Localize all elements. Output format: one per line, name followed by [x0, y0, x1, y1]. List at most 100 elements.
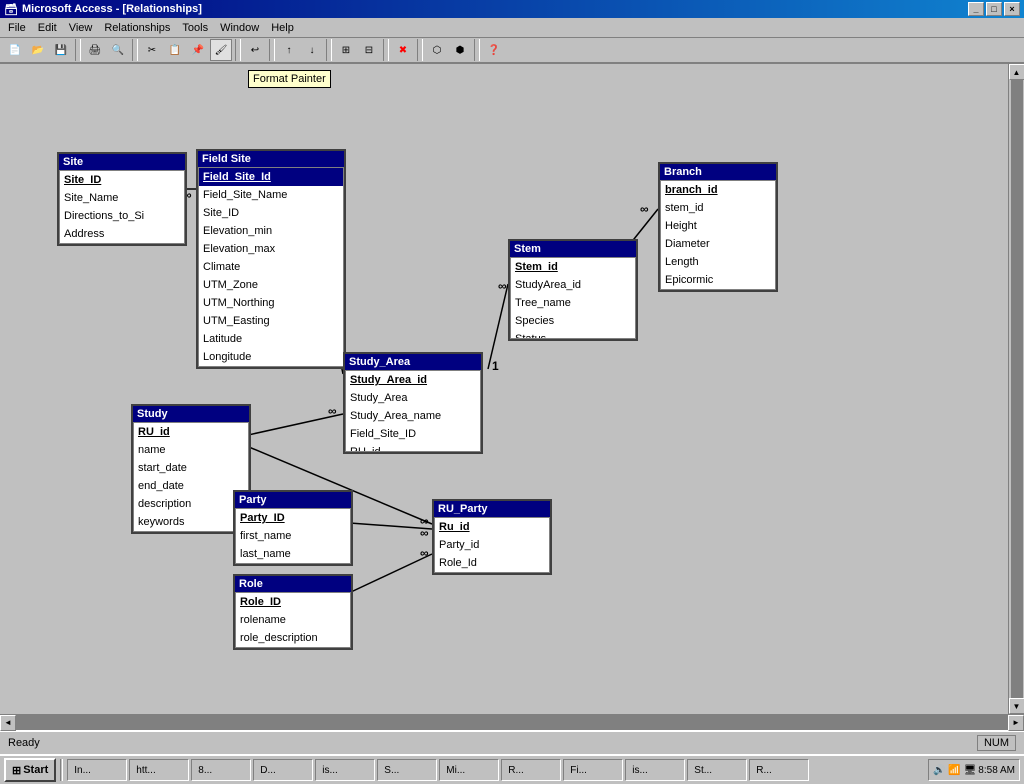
branch-field-1[interactable]: branch_id: [661, 181, 775, 199]
taskbar-btn-7[interactable]: Mi...: [439, 759, 499, 781]
taskbar-btn-10[interactable]: is...: [625, 759, 685, 781]
table-role-title[interactable]: Role: [235, 576, 351, 592]
table-stem-title[interactable]: Stem: [510, 241, 636, 257]
party-field-2[interactable]: first_name: [236, 527, 350, 545]
start-button[interactable]: ⊞ Start: [4, 758, 56, 782]
menu-tools[interactable]: Tools: [176, 20, 214, 36]
scroll-right-btn[interactable]: ►: [1008, 715, 1024, 731]
sa-field-3[interactable]: Study_Area_name: [346, 407, 480, 425]
toolbar-undo[interactable]: ↩: [244, 39, 266, 61]
branch-field-3[interactable]: Height: [661, 217, 775, 235]
role-field-1[interactable]: Role_ID: [236, 593, 350, 611]
toolbar-relations[interactable]: ⬡: [426, 39, 448, 61]
toolbar-copy[interactable]: 📋: [164, 39, 186, 61]
vertical-scrollbar[interactable]: ▲ ▼: [1008, 64, 1024, 714]
restore-btn[interactable]: □: [986, 2, 1002, 16]
scroll-left-btn[interactable]: ◄: [0, 715, 16, 731]
taskbar-btn-5[interactable]: is...: [315, 759, 375, 781]
scroll-down-btn[interactable]: ▼: [1009, 698, 1024, 714]
scroll-thumb-v[interactable]: [1011, 80, 1023, 698]
scroll-up-btn[interactable]: ▲: [1009, 64, 1024, 80]
stem-field-1[interactable]: Stem_id: [511, 258, 635, 276]
close-btn[interactable]: ×: [1004, 2, 1020, 16]
study-field-2[interactable]: name: [134, 441, 248, 459]
sa-field-2[interactable]: Study_Area: [346, 389, 480, 407]
fs-field-2[interactable]: Field_Site_Name: [199, 186, 343, 204]
toolbar-save[interactable]: 💾: [50, 39, 72, 61]
taskbar-btn-4[interactable]: D...: [253, 759, 313, 781]
fs-field-6[interactable]: Climate: [199, 258, 343, 276]
party-field-3[interactable]: last_name: [236, 545, 350, 563]
study-field-3[interactable]: start_date: [134, 459, 248, 477]
menu-window[interactable]: Window: [214, 20, 265, 36]
menu-view[interactable]: View: [63, 20, 99, 36]
toolbar-sort-desc[interactable]: ↓: [301, 39, 323, 61]
stem-field-5[interactable]: Status: [511, 330, 635, 338]
fs-field-9[interactable]: UTM_Easting: [199, 312, 343, 330]
sa-field-1[interactable]: Study_Area_id: [346, 371, 480, 389]
site-field-2[interactable]: Site_Name: [60, 189, 184, 207]
table-ru-party-title[interactable]: RU_Party: [434, 501, 550, 517]
taskbar-btn-12[interactable]: R...: [749, 759, 809, 781]
table-party-title[interactable]: Party: [235, 492, 351, 508]
toolbar-view1[interactable]: ⊞: [335, 39, 357, 61]
taskbar-btn-9[interactable]: Fi...: [563, 759, 623, 781]
rup-field-3[interactable]: Role_Id: [435, 554, 549, 572]
fs-field-1[interactable]: Field_Site_Id: [199, 168, 343, 186]
toolbar-format-painter[interactable]: 🖌: [210, 39, 232, 61]
branch-field-6[interactable]: Epicormic: [661, 271, 775, 289]
branch-field-5[interactable]: Length: [661, 253, 775, 271]
sa-field-4[interactable]: Field_Site_ID: [346, 425, 480, 443]
toolbar-preview[interactable]: 🔍: [107, 39, 129, 61]
toolbar-delete[interactable]: ✖: [392, 39, 414, 61]
study-field-4[interactable]: end_date: [134, 477, 248, 495]
stem-field-3[interactable]: Tree_name: [511, 294, 635, 312]
branch-field-2[interactable]: stem_id: [661, 199, 775, 217]
site-field-4[interactable]: Address: [60, 225, 184, 243]
fs-field-3[interactable]: Site_ID: [199, 204, 343, 222]
study-field-6[interactable]: keywords: [134, 513, 248, 531]
toolbar-relations2[interactable]: ⬢: [449, 39, 471, 61]
toolbar-help[interactable]: ❓: [483, 39, 505, 61]
table-study-area-scroll[interactable]: Study_Area_id Study_Area Study_Area_name…: [346, 371, 480, 451]
fs-field-10[interactable]: Latitude: [199, 330, 343, 348]
menu-edit[interactable]: Edit: [32, 20, 63, 36]
fs-field-5[interactable]: Elevation_max: [199, 240, 343, 258]
scroll-track-h[interactable]: [16, 715, 1008, 730]
taskbar-btn-2[interactable]: htt...: [129, 759, 189, 781]
site-field-3[interactable]: Directions_to_Si: [60, 207, 184, 225]
table-site-field-scroll[interactable]: Site_ID Site_Name Directions_to_Si Addre…: [60, 171, 184, 243]
toolbar-print[interactable]: 🖨: [84, 39, 106, 61]
toolbar-cut[interactable]: ✂: [141, 39, 163, 61]
menu-relationships[interactable]: Relationships: [98, 20, 176, 36]
table-branch-title[interactable]: Branch: [660, 164, 776, 180]
taskbar-btn-8[interactable]: R...: [501, 759, 561, 781]
rup-field-1[interactable]: Ru_id: [435, 518, 549, 536]
table-stem-scroll[interactable]: Stem_id StudyArea_id Tree_name Species S…: [511, 258, 635, 338]
table-study-title[interactable]: Study: [133, 406, 249, 422]
toolbar-paste[interactable]: 📌: [187, 39, 209, 61]
table-field-site-title[interactable]: Field Site: [198, 151, 344, 167]
table-site-title[interactable]: Site: [59, 154, 185, 170]
study-field-5[interactable]: description: [134, 495, 248, 513]
study-field-1[interactable]: RU_id: [134, 423, 248, 441]
party-field-1[interactable]: Party_ID: [236, 509, 350, 527]
menu-file[interactable]: File: [2, 20, 32, 36]
fs-field-7[interactable]: UTM_Zone: [199, 276, 343, 294]
fs-field-8[interactable]: UTM_Northing: [199, 294, 343, 312]
taskbar-btn-1[interactable]: In...: [67, 759, 127, 781]
stem-field-2[interactable]: StudyArea_id: [511, 276, 635, 294]
taskbar-btn-6[interactable]: S...: [377, 759, 437, 781]
taskbar-btn-3[interactable]: 8...: [191, 759, 251, 781]
branch-field-4[interactable]: Diameter: [661, 235, 775, 253]
stem-field-4[interactable]: Species: [511, 312, 635, 330]
sa-field-5[interactable]: RU_id: [346, 443, 480, 451]
toolbar-new[interactable]: 📄: [4, 39, 26, 61]
toolbar-sort-asc[interactable]: ↑: [278, 39, 300, 61]
role-field-3[interactable]: role_description: [236, 629, 350, 647]
site-field-1[interactable]: Site_ID: [60, 171, 184, 189]
fs-field-11[interactable]: Longitude: [199, 348, 343, 366]
toolbar-open[interactable]: 📂: [27, 39, 49, 61]
rup-field-2[interactable]: Party_id: [435, 536, 549, 554]
taskbar-btn-11[interactable]: St...: [687, 759, 747, 781]
